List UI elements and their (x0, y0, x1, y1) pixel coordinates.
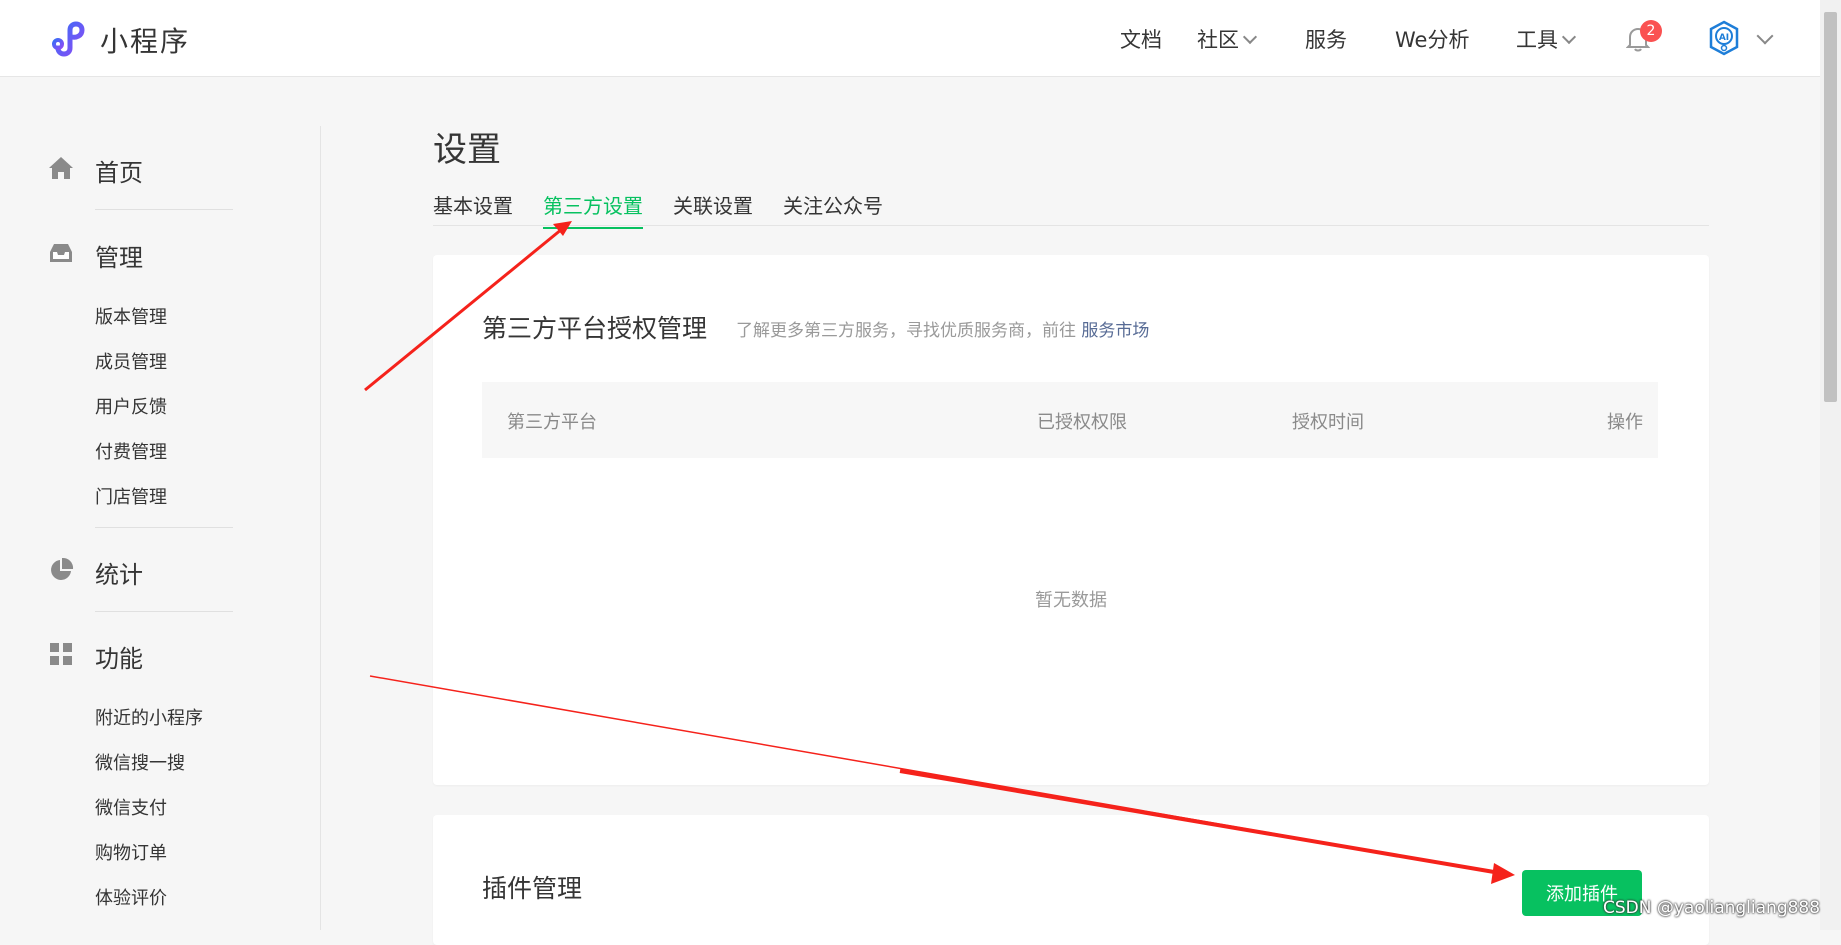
nav-services-label: 服务 (1305, 28, 1347, 52)
page-title: 设置 (433, 130, 501, 170)
sidebar-divider (95, 611, 233, 612)
nav-community[interactable]: 社区 (1197, 24, 1258, 54)
column-header-actions: 操作 (1607, 412, 1643, 433)
nav-docs-label: 文档 (1120, 28, 1162, 52)
column-header-platform: 第三方平台 (507, 412, 597, 433)
sidebar-item-label: 功能 (95, 645, 143, 673)
nav-services[interactable]: 服务 (1305, 24, 1347, 54)
settings-tabs: 基本设置 第三方设置 关联设置 关注公众号 (433, 190, 1709, 229)
tab-basic-settings[interactable]: 基本设置 (433, 190, 513, 227)
sidebar-item-version-management[interactable]: 版本管理 (95, 303, 167, 329)
watermark: CSDN @yaoliangliang888 (1603, 898, 1821, 918)
tab-association-settings[interactable]: 关联设置 (673, 190, 753, 227)
sidebar-item-label: 管理 (95, 244, 143, 272)
sidebar-item-label: 首页 (95, 159, 143, 187)
brand-name[interactable]: 小程序 (100, 20, 190, 60)
grid-icon (50, 643, 72, 665)
sidebar-item-nearby-miniprogram[interactable]: 附近的小程序 (95, 704, 203, 730)
notification-badge: 2 (1640, 20, 1662, 42)
pie-chart-icon (51, 557, 74, 580)
chevron-down-icon (1242, 29, 1258, 45)
nav-community-label: 社区 (1197, 28, 1239, 52)
scrollbar-thumb[interactable] (1824, 12, 1837, 402)
empty-state: 暂无数据 (1035, 590, 1107, 611)
sidebar-item-shopping-orders[interactable]: 购物订单 (95, 839, 167, 865)
sidebar-item-payment-management[interactable]: 付费管理 (95, 438, 167, 464)
sidebar-item-member-management[interactable]: 成员管理 (95, 348, 167, 374)
card-title: 第三方平台授权管理 (482, 314, 708, 343)
sidebar-divider (320, 126, 321, 930)
nav-docs[interactable]: 文档 (1120, 24, 1162, 54)
plugin-management-card: 插件管理 添加插件 (433, 815, 1709, 945)
sidebar-item-wechat-pay[interactable]: 微信支付 (95, 794, 167, 820)
nav-we-analytics-label: We分析 (1395, 28, 1470, 52)
tab-third-party-settings[interactable]: 第三方设置 (543, 190, 643, 229)
chevron-down-icon (1561, 29, 1577, 45)
table-header: 第三方平台 已授权权限 授权时间 操作 (482, 382, 1658, 458)
service-market-link[interactable]: 服务市场 (1081, 321, 1149, 341)
card-title: 插件管理 (482, 874, 583, 903)
sidebar-item-wechat-search[interactable]: 微信搜一搜 (95, 749, 185, 775)
inbox-icon (50, 244, 72, 262)
column-header-permissions: 已授权权限 (1037, 412, 1127, 433)
card-description-text: 了解更多第三方服务，寻找优质服务商，前往 (736, 321, 1076, 341)
card-description: 了解更多第三方服务，寻找优质服务商，前往 服务市场 (736, 316, 1149, 341)
top-bar: 小程序 文档 社区 服务 We分析 工具 2 AI (0, 0, 1820, 77)
home-icon (49, 157, 73, 179)
nav-tools[interactable]: 工具 (1516, 24, 1577, 54)
sidebar-item-label: 统计 (95, 561, 143, 589)
sidebar-divider (95, 527, 233, 528)
miniprogram-logo-icon[interactable] (48, 18, 90, 58)
sidebar-item-experience-rating[interactable]: 体验评价 (95, 884, 167, 910)
sidebar-divider (95, 209, 233, 210)
sidebar-item-store-management[interactable]: 门店管理 (95, 483, 167, 509)
nav-we-analytics[interactable]: We分析 (1395, 24, 1469, 54)
tab-follow-official-account[interactable]: 关注公众号 (783, 190, 883, 227)
third-party-auth-card: 第三方平台授权管理 了解更多第三方服务，寻找优质服务商，前往 服务市场 第三方平… (433, 255, 1709, 785)
avatar[interactable]: AI (1706, 20, 1742, 56)
chevron-down-icon[interactable] (1756, 27, 1774, 45)
avatar-text: AI (1719, 33, 1729, 43)
column-header-auth-time: 授权时间 (1292, 412, 1364, 433)
nav-tools-label: 工具 (1516, 28, 1558, 52)
sidebar-item-user-feedback[interactable]: 用户反馈 (95, 393, 167, 419)
